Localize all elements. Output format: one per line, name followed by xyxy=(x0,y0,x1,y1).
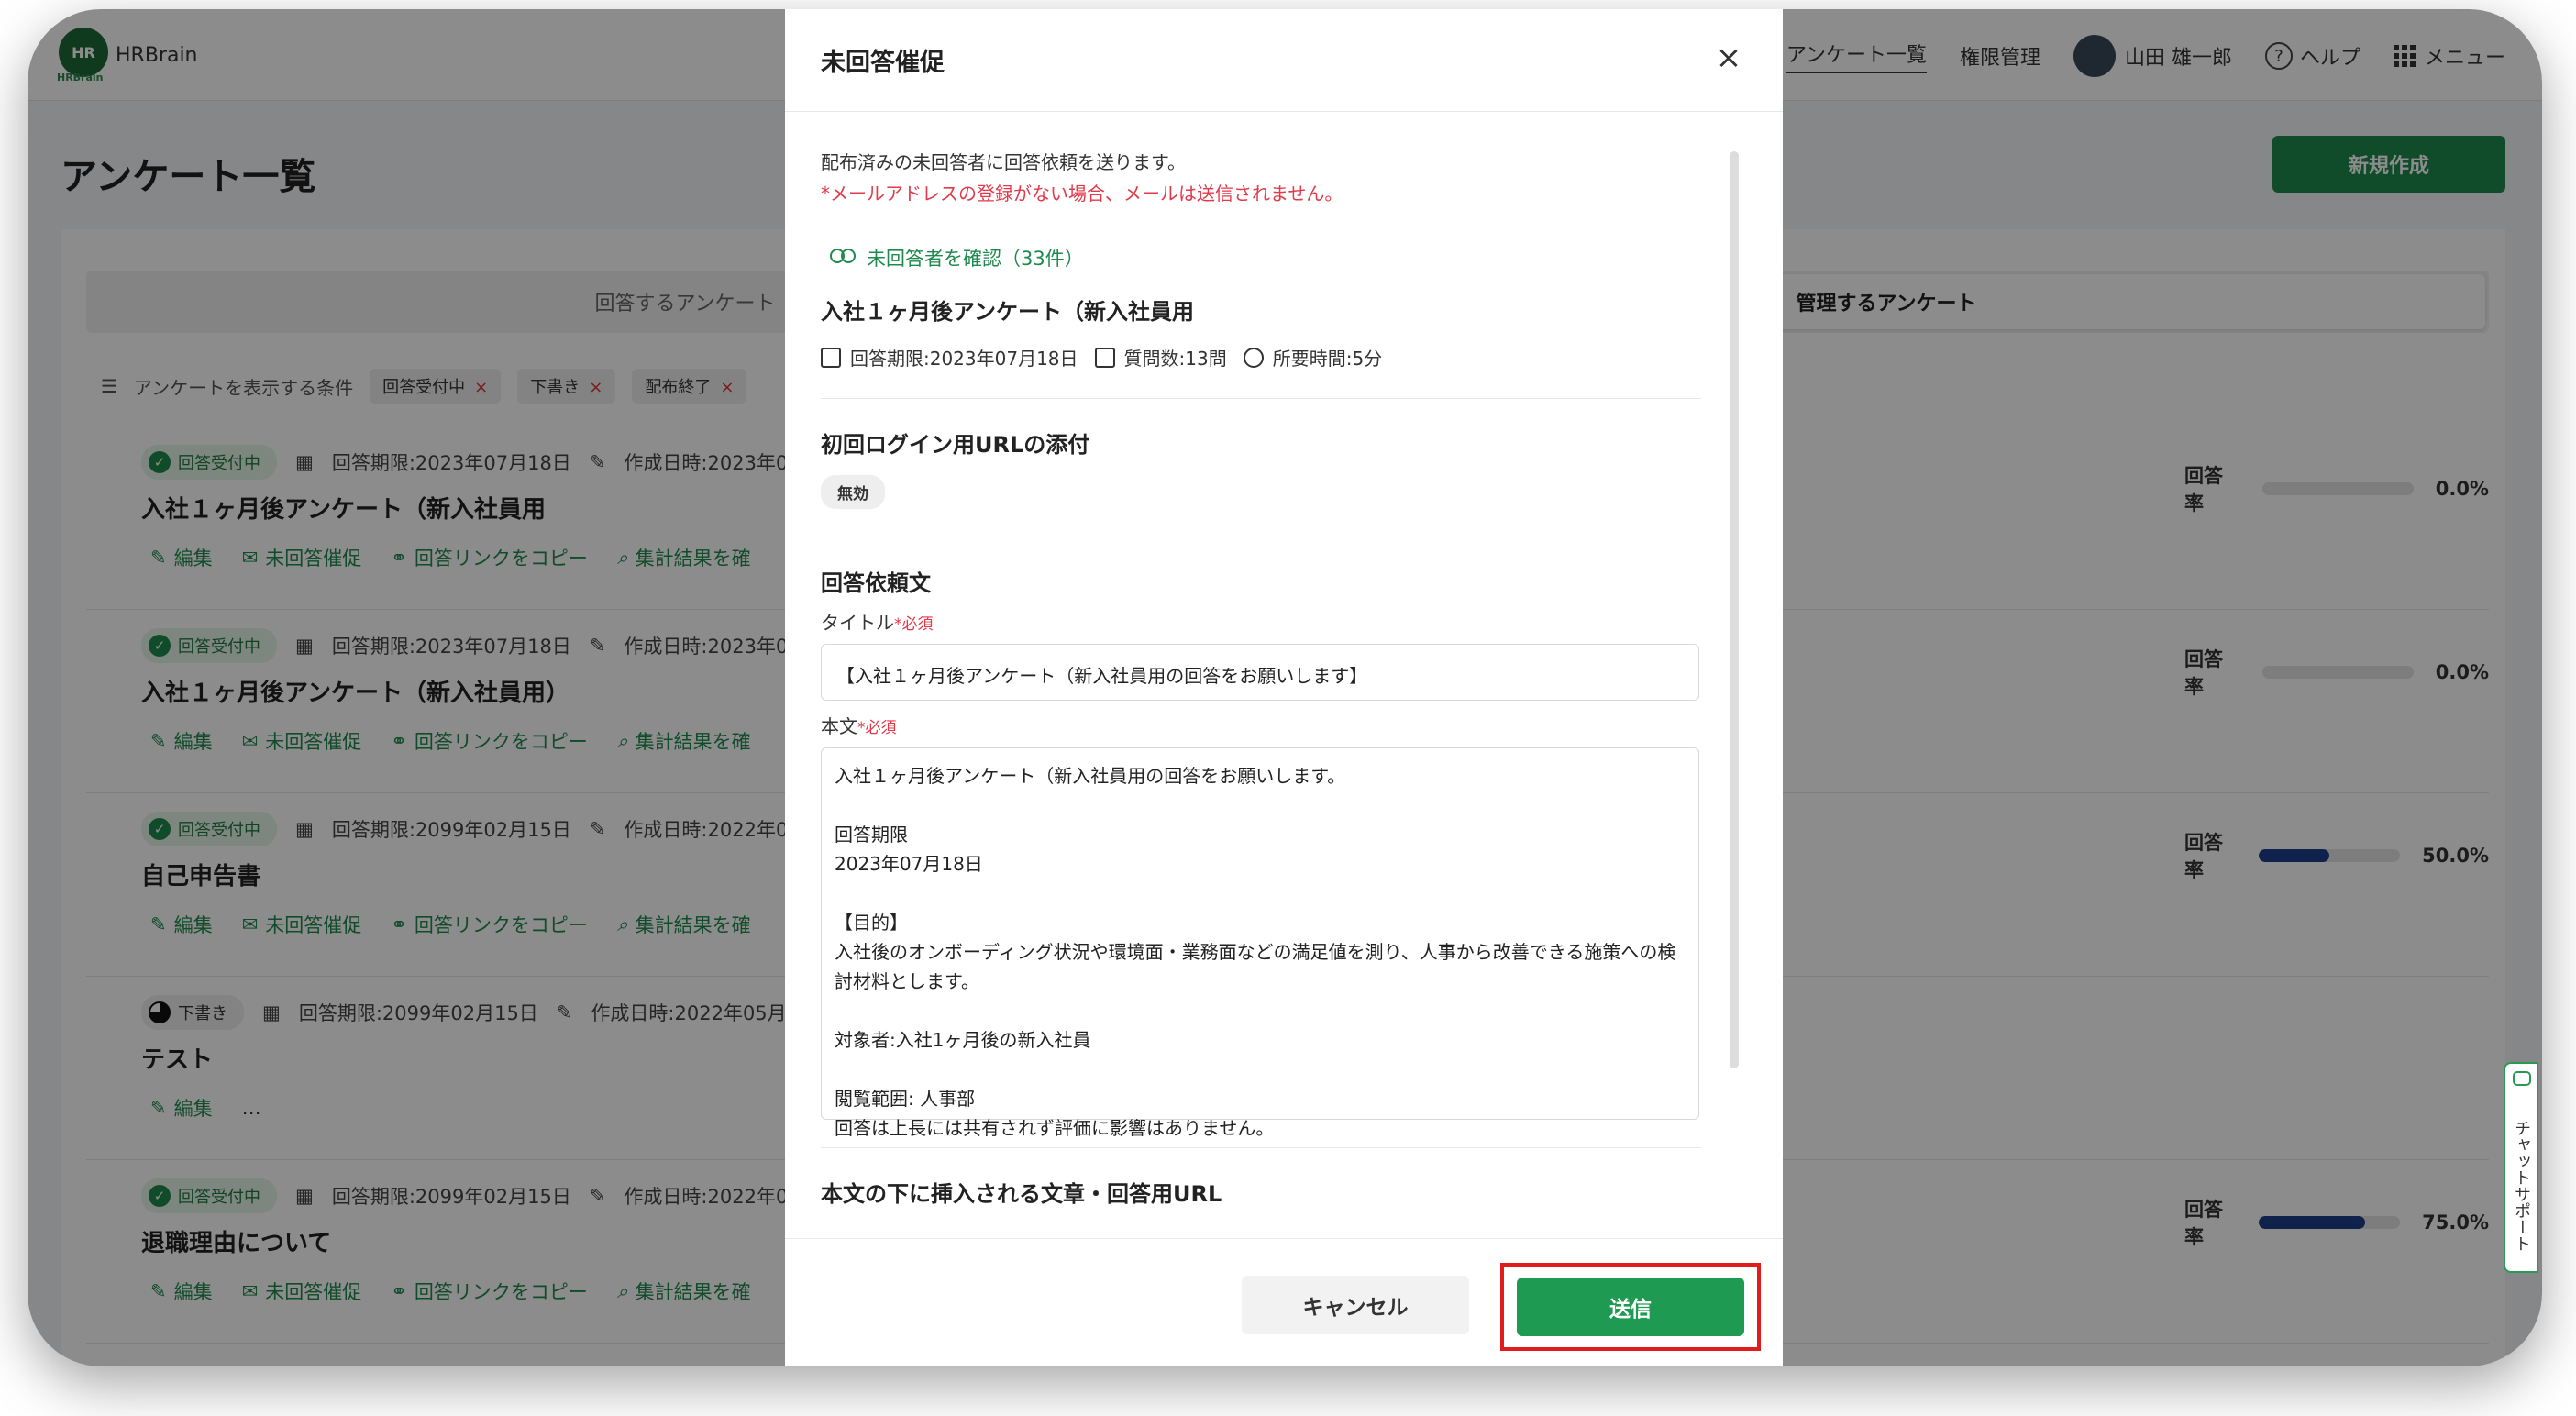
chat-support-tab[interactable]: チャットサポート xyxy=(2504,1062,2538,1273)
survey-title: 入社１ヶ月後アンケート（新入社員用 xyxy=(821,299,1195,325)
check-unanswered-link[interactable]: 未回答者を確認（33件） xyxy=(821,244,1701,271)
modal-scrollbar[interactable] xyxy=(1730,151,1739,1068)
remind-modal: 未回答催促 × 配布済みの未回答者に回答依頼を送ります。 *メールアドレスの登録… xyxy=(785,9,1783,1366)
chat-icon xyxy=(2513,1071,2531,1086)
required-mark: *必須 xyxy=(857,719,897,737)
url-section-title: 初回ログイン用URLの添付 xyxy=(821,432,1090,458)
divider xyxy=(821,398,1701,399)
duration-meta: 所要時間:5分 xyxy=(1243,344,1383,371)
send-button[interactable]: 送信 xyxy=(1517,1278,1744,1336)
chat-support-label: チャットサポート xyxy=(2512,1120,2531,1252)
title-field-label: タイトル*必須 xyxy=(821,608,1701,635)
insert-section-title: 本文の下に挿入される文章・回答用URL xyxy=(821,1181,1222,1207)
divider xyxy=(821,1147,1701,1148)
request-section-title: 回答依頼文 xyxy=(821,570,931,596)
body-label-text: 本文 xyxy=(821,715,857,737)
clock-icon xyxy=(1243,347,1264,368)
survey-meta: 回答期限:2023年07月18日 質問数:13問 所要時間:5分 xyxy=(821,344,1701,371)
modal-description: 配布済みの未回答者に回答依頼を送ります。 xyxy=(821,151,1186,173)
questions-text: 質問数:13問 xyxy=(1123,348,1227,370)
check-unanswered-label: 未回答者を確認（33件） xyxy=(867,248,1084,270)
url-status-badge: 無効 xyxy=(821,475,885,509)
deadline-meta: 回答期限:2023年07月18日 xyxy=(821,344,1078,371)
document-icon xyxy=(1094,347,1115,368)
questions-meta: 質問数:13問 xyxy=(1094,344,1227,371)
modal-title: 未回答催促 xyxy=(821,49,945,77)
people-icon xyxy=(830,249,857,267)
cancel-button[interactable]: キャンセル xyxy=(1242,1276,1469,1334)
body-field-label: 本文*必須 xyxy=(821,712,1701,738)
duration-text: 所要時間:5分 xyxy=(1272,348,1383,370)
deadline-text: 回答期限:2023年07月18日 xyxy=(850,348,1078,370)
email-warning: *メールアドレスの登録がない場合、メールは送信されません。 xyxy=(821,183,1343,205)
modal-footer: キャンセル 送信 xyxy=(785,1238,1783,1366)
window-frame: HR HRBrain HRBrain アンケート一覧 権限管理 山田 雄一郎 ?… xyxy=(28,9,2542,1366)
body-field[interactable]: 入社１ヶ月後アンケート（新入社員用の回答をお願いします。 回答期限 2023年0… xyxy=(821,747,1699,1139)
close-icon[interactable]: × xyxy=(1713,42,1744,73)
send-highlight: 送信 xyxy=(1500,1263,1761,1351)
modal-header: 未回答催促 × xyxy=(785,9,1783,112)
required-mark: *必須 xyxy=(894,615,934,634)
modal-body: 配布済みの未回答者に回答依頼を送ります。 *メールアドレスの登録がない場合、メー… xyxy=(821,147,1701,1208)
calendar-icon xyxy=(821,347,841,368)
app-background: HR HRBrain HRBrain アンケート一覧 権限管理 山田 雄一郎 ?… xyxy=(28,9,2542,1366)
title-label-text: タイトル xyxy=(821,612,894,634)
title-field[interactable]: 【入社１ヶ月後アンケート（新入社員用の回答をお願いします】 xyxy=(821,644,1699,701)
